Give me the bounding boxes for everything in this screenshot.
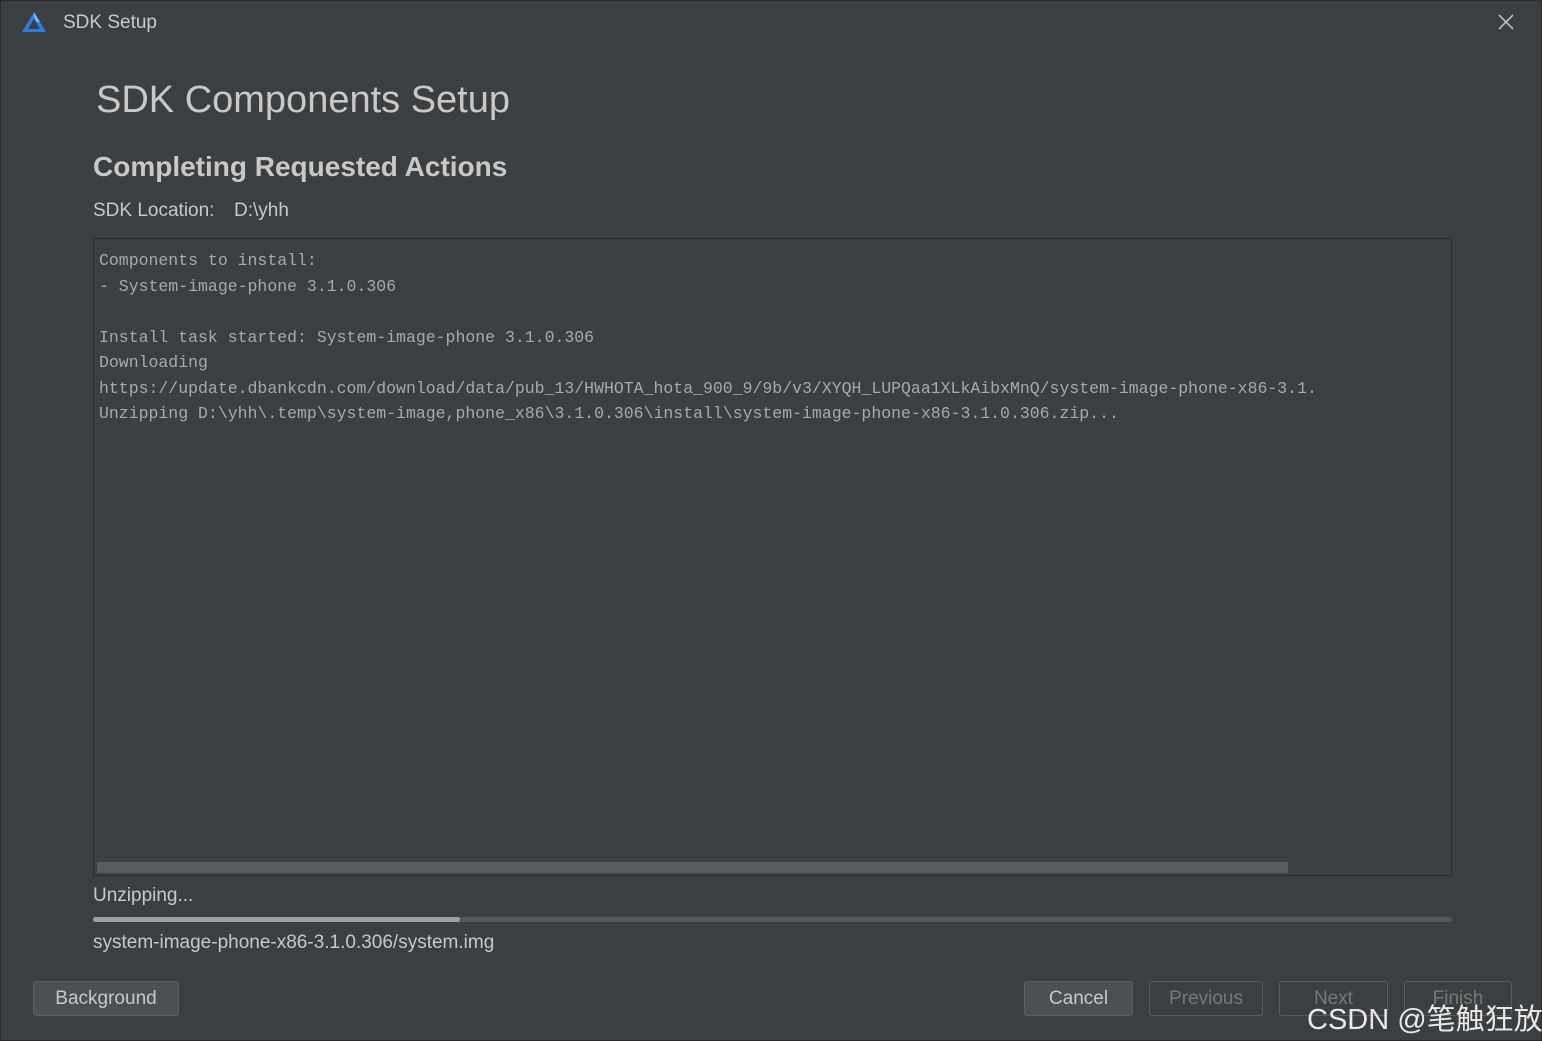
cancel-button[interactable]: Cancel (1024, 981, 1133, 1016)
log-line: - System-image-phone 3.1.0.306 (99, 276, 397, 296)
sdk-location-label: SDK Location: (93, 200, 215, 221)
background-button[interactable]: Background (33, 981, 179, 1016)
log-line: Components to install: (99, 251, 317, 270)
window-title: SDK Setup (63, 12, 157, 33)
horizontal-scrollbar[interactable] (95, 861, 1450, 874)
csdn-watermark: CSDN @笔触狂放 (1307, 1004, 1542, 1036)
install-log-text[interactable]: Components to install: - System-image-ph… (99, 248, 1317, 427)
title-bar[interactable]: SDK Setup (1, 1, 1542, 45)
progress-status: Unzipping... (93, 885, 194, 906)
sdk-location-row: SDK Location: D:\yhh (93, 200, 289, 222)
sdk-setup-window: SDK Setup SDK Components Setup Completin… (0, 0, 1542, 1041)
deveco-logo-icon (22, 12, 46, 32)
log-line: Install task started: System-image-phone… (99, 327, 595, 347)
scrollbar-thumb[interactable] (97, 862, 1288, 873)
close-icon[interactable] (1491, 7, 1521, 37)
page-title: SDK Components Setup (96, 79, 511, 121)
install-log-panel[interactable]: Components to install: - System-image-ph… (93, 238, 1452, 876)
log-line: Unzipping D:\yhh\.temp\system-image,phon… (99, 404, 1119, 423)
previous-button[interactable]: Previous (1149, 981, 1263, 1016)
sdk-location-value: D:\yhh (234, 200, 289, 221)
section-title: Completing Requested Actions (93, 151, 508, 182)
progress-bar (93, 917, 1452, 922)
log-line: https://update.dbankcdn.com/download/dat… (99, 378, 1317, 398)
log-line: Downloading (99, 353, 208, 372)
progress-bar-fill (93, 917, 460, 922)
current-file: system-image-phone-x86-3.1.0.306/system.… (93, 932, 495, 953)
